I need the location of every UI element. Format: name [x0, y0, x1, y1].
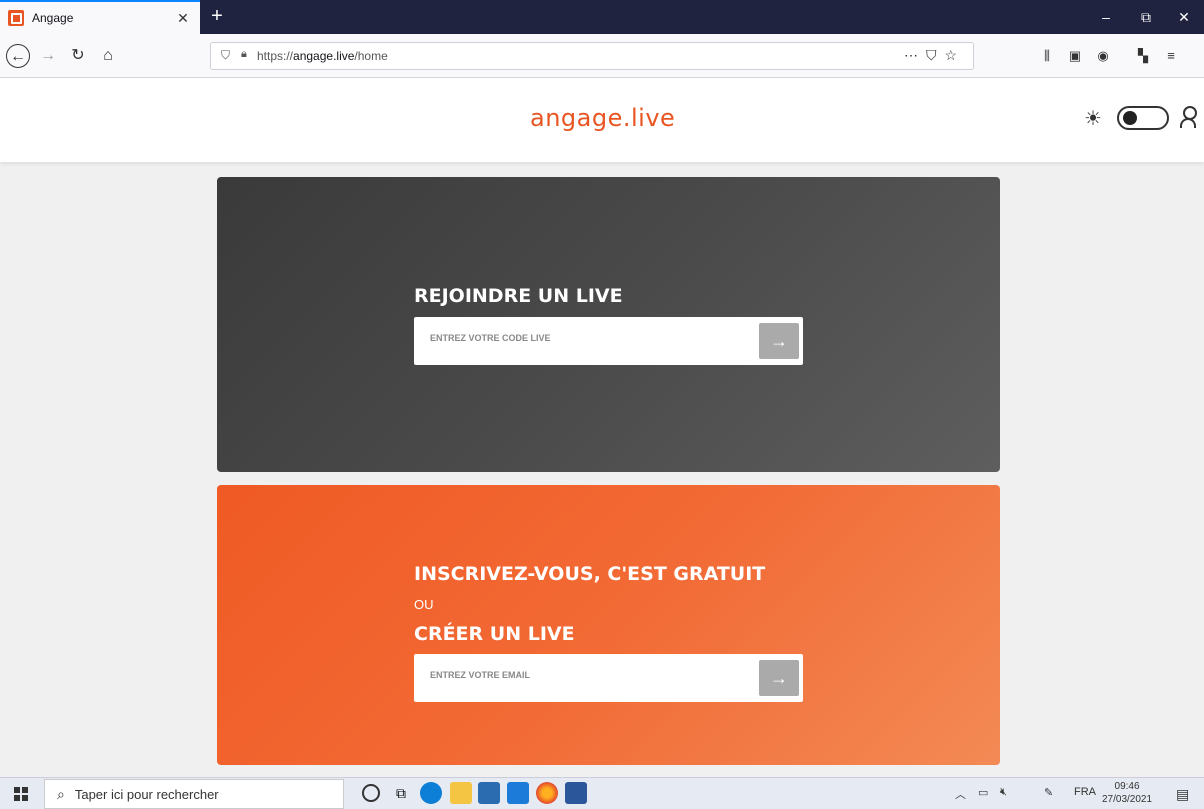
edge-icon[interactable] [420, 782, 442, 804]
live-code-input[interactable] [430, 333, 750, 343]
live-code-field: → [414, 317, 803, 365]
start-button[interactable] [0, 778, 42, 809]
create-live-title: CRÉER UN LIVE [414, 623, 575, 645]
task-view-icon[interactable]: ⧉ [390, 782, 412, 804]
language-indicator[interactable]: FRA [1074, 786, 1096, 798]
store-icon[interactable] [478, 782, 500, 804]
pocket-icon: ⛉ [925, 47, 945, 63]
extensions-icon[interactable]: ▚ [1132, 44, 1154, 68]
clock-time: 09:46 [1114, 781, 1140, 792]
browser-tabbar: Angage ✕ + – ⧉ ✕ [0, 0, 1204, 34]
volume-muted-icon[interactable]: 🔇︎ [1000, 786, 1007, 799]
tab-close-icon[interactable]: ✕ [174, 10, 192, 27]
user-icon[interactable] [1180, 106, 1197, 128]
shield-icon[interactable]: ⛉ [221, 48, 230, 63]
lock-icon[interactable]: 🔒︎ [241, 48, 247, 61]
firefox-icon[interactable] [536, 782, 558, 804]
email-field: → [414, 654, 803, 702]
browser-navbar: ← → ↻ ⌂ ⛉ 🔒︎ https://angage.live/home ⋯⛉… [0, 34, 1204, 78]
signup-submit-button[interactable]: → [759, 660, 799, 696]
file-explorer-icon[interactable] [450, 782, 472, 804]
account-icon[interactable]: ◉ [1092, 44, 1114, 68]
taskbar-search-placeholder: Taper ici pour rechercher [74, 786, 219, 802]
pen-icon[interactable]: ✎ [1044, 786, 1053, 799]
new-tab-button[interactable]: + [205, 4, 229, 28]
more-icon: ⋯ [903, 47, 926, 63]
angage-favicon-icon [8, 10, 24, 26]
browser-tab[interactable]: Angage ✕ [0, 0, 200, 34]
notifications-icon[interactable]: ▤ [1176, 786, 1189, 803]
clock-date: 27/03/2021 [1102, 794, 1153, 805]
theme-toggle[interactable] [1117, 106, 1169, 130]
battery-icon[interactable]: ▭ [978, 786, 988, 799]
reload-icon[interactable]: ↻ [66, 44, 90, 68]
library-icon[interactable]: ⫼ [1036, 44, 1058, 68]
email-input[interactable] [430, 670, 750, 680]
search-icon: ⌕ [57, 785, 65, 802]
signup-title: INSCRIVEZ-VOUS, C'EST GRATUIT [414, 563, 766, 585]
restore-button[interactable]: ⧉ [1126, 0, 1166, 34]
mail-icon[interactable] [507, 782, 529, 804]
site-header: angage.live ☀ [0, 78, 1204, 162]
url-text[interactable]: https://angage.live/home [257, 49, 388, 63]
word-icon[interactable] [565, 782, 587, 804]
page-actions[interactable]: ⋯⛉☆ [904, 47, 965, 64]
home-icon[interactable]: ⌂ [96, 44, 120, 68]
forward-arrow-icon[interactable]: → [36, 44, 60, 68]
clock[interactable]: 09:46 27/03/2021 [1102, 780, 1152, 806]
cortana-icon[interactable] [362, 784, 380, 802]
or-label: OU [414, 597, 434, 612]
join-live-card: REJOINDRE UN LIVE → [217, 177, 1000, 472]
close-window-button[interactable]: ✕ [1164, 0, 1204, 34]
minimize-button[interactable]: – [1086, 0, 1126, 34]
back-arrow-icon[interactable]: ← [6, 44, 30, 68]
windows-taskbar: ⌕ Taper ici pour rechercher ⧉ ︿ ▭ 🔇︎ ✎ F… [0, 777, 1204, 809]
join-submit-button[interactable]: → [759, 323, 799, 359]
tray-chevron-icon[interactable]: ︿ [955, 786, 966, 802]
tab-title: Angage [32, 11, 74, 25]
menu-icon[interactable]: ≡ [1160, 44, 1182, 68]
signup-card: INSCRIVEZ-VOUS, C'EST GRATUIT OU CRÉER U… [217, 485, 1000, 765]
join-live-title: REJOINDRE UN LIVE [414, 285, 623, 307]
sun-icon: ☀ [1084, 108, 1102, 130]
windows-icon [14, 787, 28, 801]
sidebar-icon[interactable]: ▣ [1064, 44, 1086, 68]
bookmark-star-icon: ☆ [944, 47, 965, 63]
taskbar-search[interactable]: ⌕ Taper ici pour rechercher [44, 779, 344, 809]
site-logo[interactable]: angage.live [530, 104, 675, 132]
url-bar[interactable]: ⛉ 🔒︎ https://angage.live/home ⋯⛉☆ [210, 42, 974, 70]
